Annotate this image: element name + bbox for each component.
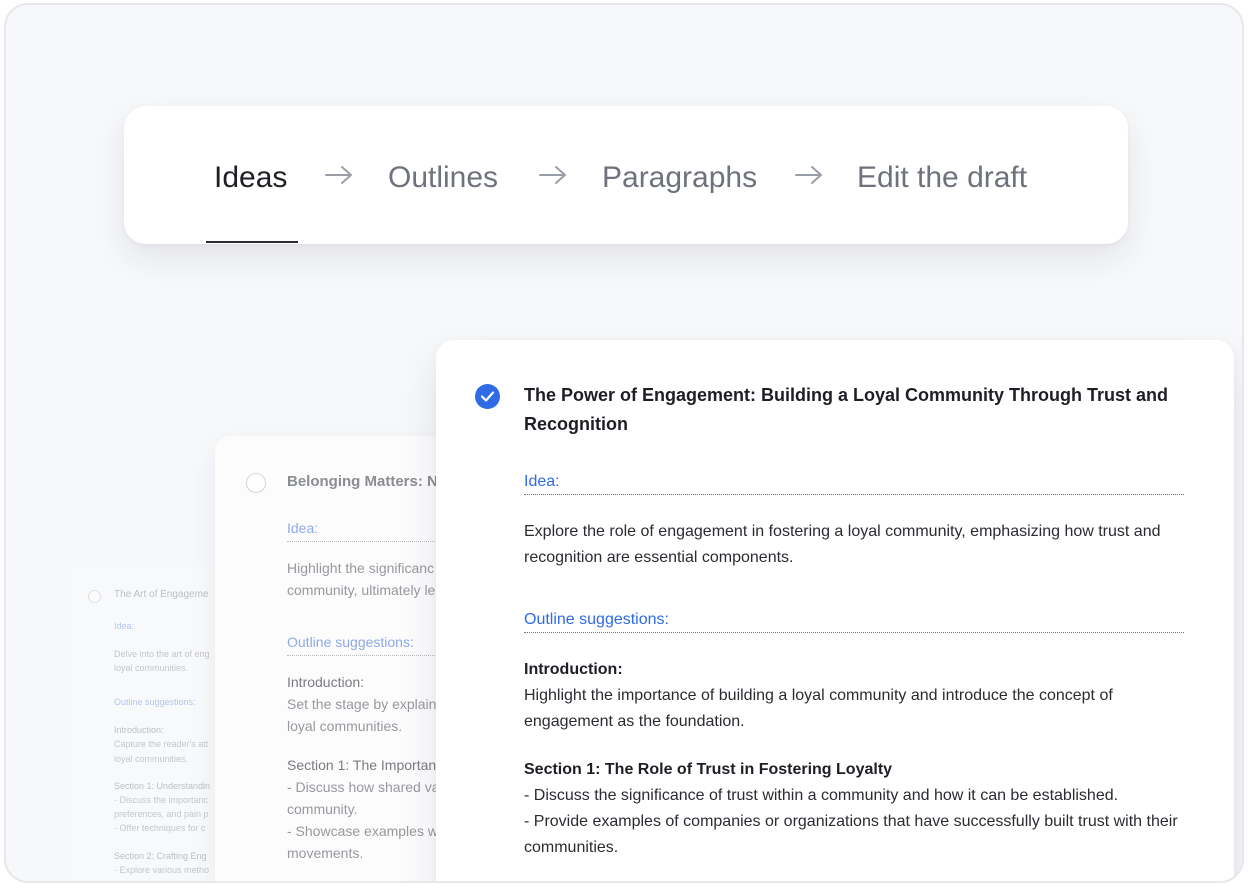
outline-label: Outline suggestions: — [524, 611, 669, 628]
intro-text: Capture the reader's att — [114, 739, 209, 749]
idea-text: Explore the role of engagement in foster… — [524, 523, 1161, 566]
idea-text: loyal communities. — [114, 663, 189, 673]
intro-heading: Introduction: — [287, 674, 365, 690]
intro-heading: Introduction: — [524, 661, 623, 678]
section-text: - Discuss the significance of trust with… — [524, 787, 1119, 804]
checked-circle-icon[interactable] — [475, 384, 500, 409]
section-text: - Offer techniques for c — [114, 823, 206, 833]
section-text: preferences, and pain p — [114, 809, 209, 819]
card-title: Belonging Matters: N — [287, 473, 438, 490]
section-heading: Section 1: Understandin — [114, 781, 211, 791]
step-edit-the-draft[interactable]: Edit the draft — [857, 158, 1027, 198]
card-title: The Power of Engagement: Building a Loya… — [524, 385, 1169, 434]
intro-text: loyal communities. — [114, 754, 189, 764]
step-paragraphs[interactable]: Paragraphs — [602, 158, 757, 198]
section-text: movements. — [287, 845, 364, 861]
idea-card-selected[interactable]: The Power of Engagement: Building a Loya… — [436, 340, 1234, 881]
step-ideas[interactable]: Ideas — [214, 158, 287, 198]
section-text: - Explore various metho — [114, 865, 210, 875]
unchecked-circle-icon[interactable] — [246, 473, 266, 493]
intro-text: Highlight the importance of building a l… — [524, 687, 1113, 730]
outline-label: Outline suggestions: — [114, 697, 196, 707]
app-frame: Ideas Outlines Paragraphs Edit the draft… — [4, 3, 1244, 883]
section-text: - Showcase examples w — [287, 823, 438, 839]
intro-heading: Introduction: — [114, 725, 164, 735]
section-heading: Section 2: Crafting Eng — [114, 851, 207, 861]
card-title: The Art of Engageme — [114, 589, 209, 600]
unchecked-circle-icon[interactable] — [88, 590, 101, 603]
section-text: - Discuss how shared va — [287, 779, 440, 795]
idea-label: Idea: — [114, 621, 135, 631]
idea-text: Highlight the significanc — [287, 560, 435, 576]
section-heading: Section 1: The Importan — [287, 757, 437, 773]
step-outlines[interactable]: Outlines — [388, 158, 498, 198]
divider — [524, 632, 1184, 633]
idea-text: community, ultimately le — [287, 582, 436, 598]
arrow-right-icon — [795, 166, 822, 184]
intro-text: loyal communities. — [287, 718, 403, 734]
idea-text: Delve into the art of eng — [114, 649, 210, 659]
intro-text: Set the stage by explain — [287, 696, 437, 712]
section-text: - Provide examples of companies or organ… — [524, 813, 1178, 856]
idea-label: Idea: — [287, 520, 319, 536]
section-text: - Discuss the importanc — [114, 795, 209, 805]
section-heading: Section 1: The Role of Trust in Fosterin… — [524, 761, 893, 778]
active-step-indicator — [206, 241, 298, 243]
section-text: community. — [287, 801, 358, 817]
divider — [524, 494, 1184, 495]
progress-stepper: Ideas Outlines Paragraphs Edit the draft — [124, 106, 1128, 244]
idea-label: Idea: — [524, 473, 560, 490]
arrow-right-icon — [539, 166, 566, 184]
arrow-right-icon — [325, 166, 352, 184]
outline-label: Outline suggestions: — [287, 634, 414, 650]
